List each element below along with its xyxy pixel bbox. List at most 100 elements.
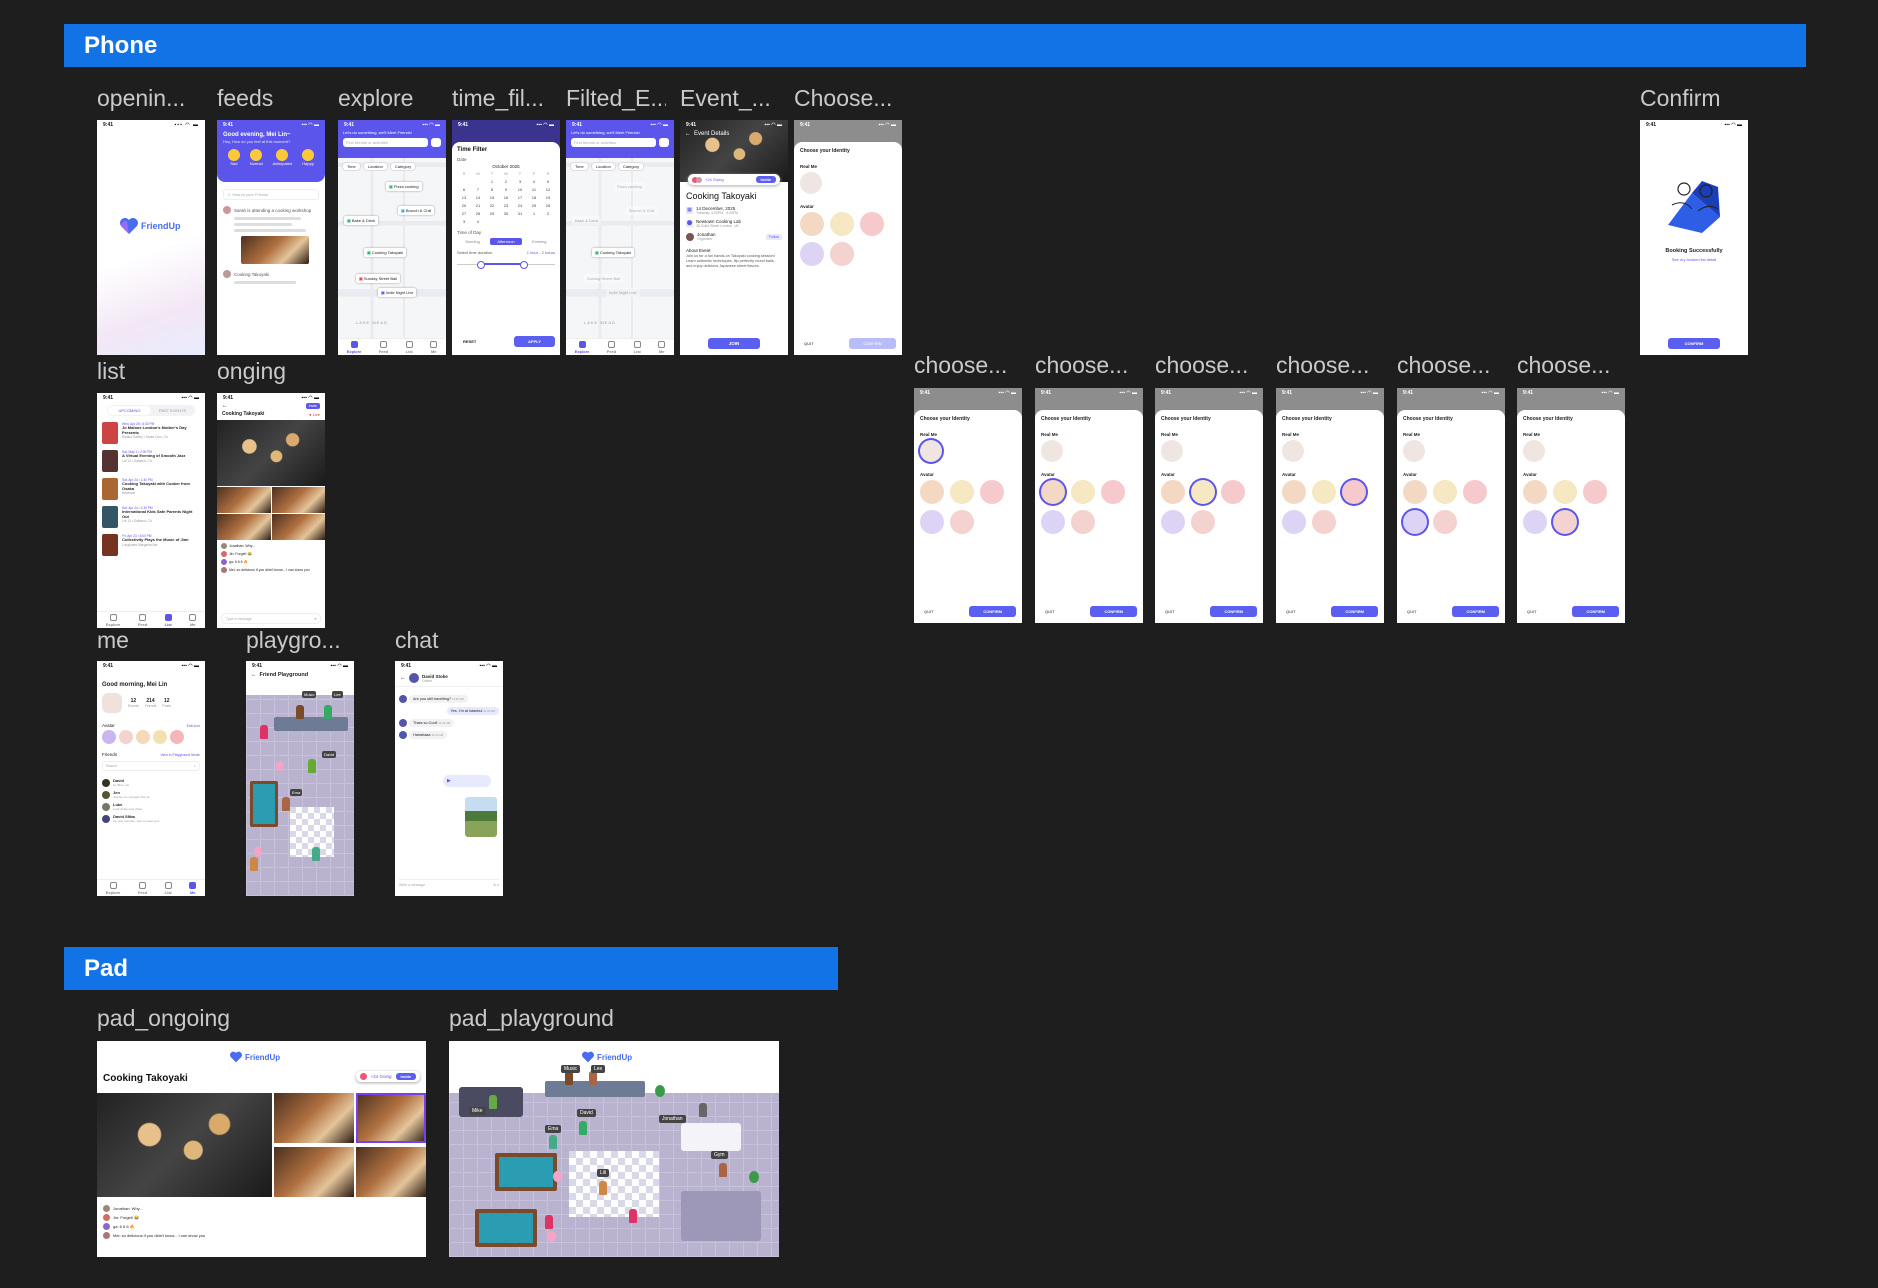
live-video-thumb[interactable] bbox=[271, 487, 325, 513]
avatar-option[interactable] bbox=[170, 730, 184, 744]
tab-explore[interactable]: Explore bbox=[347, 340, 361, 354]
player-avatar[interactable] bbox=[549, 1135, 557, 1149]
avatar-option[interactable] bbox=[950, 480, 974, 504]
frame-pad-ongoing[interactable]: FriendUp Cooking Takoyaki +24 Going Invi… bbox=[97, 1041, 426, 1257]
tab-me[interactable]: Me bbox=[430, 340, 438, 354]
avatar-option-selected[interactable] bbox=[1553, 510, 1577, 534]
avatar-option[interactable] bbox=[1523, 510, 1547, 534]
frame-label-explore[interactable]: explore bbox=[338, 85, 438, 112]
avatar-option[interactable] bbox=[1433, 510, 1457, 534]
avatar-option[interactable] bbox=[1041, 510, 1065, 534]
friend-item[interactable]: Jen Just let me compare this ok bbox=[102, 790, 200, 799]
tab-feed[interactable]: Feed bbox=[607, 340, 616, 354]
calendar-day[interactable]: 1 bbox=[527, 211, 541, 216]
calendar-day[interactable]: 4 bbox=[527, 179, 541, 184]
chat-message[interactable]: Thats so Cool! 11:21 AM bbox=[399, 719, 499, 727]
calendar-day[interactable]: 10 bbox=[513, 187, 527, 192]
tab-feed[interactable]: Feed bbox=[379, 340, 388, 354]
calendar-day[interactable]: 29 bbox=[485, 211, 499, 216]
avatar-option[interactable] bbox=[1282, 480, 1306, 504]
map-pin-dimmed[interactable]: Bake & Drink bbox=[572, 216, 602, 225]
gym-area[interactable] bbox=[681, 1191, 761, 1241]
avatar-option[interactable] bbox=[1553, 480, 1577, 504]
frame-choose-identity-variant[interactable]: 9:41 ▪▪▪ ◠ ▬ Choose your Identity Real Me Av… bbox=[1276, 388, 1384, 623]
frame-time-filter[interactable]: 9:41 ▪▪▪ ◠ ▬ Time Filter Date October 202… bbox=[452, 120, 560, 355]
chip-time[interactable]: Time bbox=[342, 162, 361, 171]
frame-label-list[interactable]: list bbox=[97, 358, 197, 385]
calendar-day[interactable]: 22 bbox=[485, 203, 499, 208]
confirm-button[interactable]: CONFIRM bbox=[1331, 606, 1378, 617]
friend-search-input[interactable]: Search ⌕ bbox=[102, 761, 200, 771]
calendar-day[interactable]: 3 bbox=[513, 179, 527, 184]
calendar-day[interactable]: 3 bbox=[457, 219, 471, 224]
frame-label-choose-variant[interactable]: choose... bbox=[1517, 352, 1627, 379]
avatar-option[interactable] bbox=[1583, 480, 1607, 504]
frame-ongoing[interactable]: 9:41 ▪▪▪ ◠ ▬ ← Invite Cooking Takoyaki ● Li… bbox=[217, 393, 325, 628]
avatar-option[interactable] bbox=[1071, 510, 1095, 534]
invite-button[interactable]: Invite bbox=[395, 1073, 416, 1080]
avatar-option[interactable] bbox=[1161, 510, 1185, 534]
frame-label-pad-ongoing[interactable]: pad_ongoing bbox=[97, 1005, 297, 1032]
frame-choose-identity-variant[interactable]: 9:41 ▪▪▪ ◠ ▬ Choose your Identity Real Me Av… bbox=[1397, 388, 1505, 623]
live-video-main[interactable] bbox=[217, 420, 325, 486]
avatar-option[interactable] bbox=[102, 730, 116, 744]
mood-normal[interactable]: Normal bbox=[250, 149, 263, 166]
map-pin-dimmed[interactable]: Indie Night Live bbox=[606, 288, 640, 297]
chat-message[interactable]: Are you still travelling? 11:15 AM bbox=[399, 695, 499, 703]
player-avatar[interactable] bbox=[579, 1121, 587, 1135]
friend-item[interactable]: David Sfiba I'm new member, nice to meet … bbox=[102, 814, 200, 823]
frame-choose-identity[interactable]: 9:41 ▪▪▪ ◠ ▬ Choose your Identity Real Me… bbox=[794, 120, 902, 355]
chat-photo[interactable] bbox=[465, 797, 497, 837]
invite-button[interactable]: Invite bbox=[305, 403, 320, 409]
calendar-day[interactable]: 1 bbox=[485, 179, 499, 184]
map-pin-dimmed[interactable]: Pizza cooking bbox=[614, 182, 645, 191]
frame-label-me[interactable]: me bbox=[97, 627, 197, 654]
search-input[interactable]: Find friends or activities bbox=[343, 138, 428, 147]
back-arrow-icon[interactable]: ← bbox=[685, 131, 691, 137]
calendar-day[interactable]: 23 bbox=[499, 203, 513, 208]
tab-past-events[interactable]: PAST EVENTS bbox=[151, 406, 194, 415]
reset-button[interactable]: RESET bbox=[457, 337, 482, 346]
calendar-day[interactable]: 13 bbox=[457, 195, 471, 200]
quit-button[interactable]: QUIT bbox=[1523, 607, 1541, 616]
frame-label-pad-playground[interactable]: pad_playground bbox=[449, 1005, 669, 1032]
quit-button[interactable]: QUIT bbox=[1282, 607, 1300, 616]
calendar-day[interactable]: 9 bbox=[499, 187, 513, 192]
avatar-option[interactable] bbox=[1071, 480, 1095, 504]
section-header-phone[interactable]: Phone bbox=[64, 24, 1806, 67]
live-video-main[interactable] bbox=[97, 1093, 272, 1197]
avatar-option-selected[interactable] bbox=[1191, 480, 1215, 504]
voice-message[interactable]: ▶ bbox=[443, 775, 491, 787]
real-me-avatar-selected[interactable] bbox=[920, 440, 942, 462]
avatar-option[interactable] bbox=[153, 730, 167, 744]
avatar-option[interactable] bbox=[920, 480, 944, 504]
list-item[interactable]: Wed, Apr 28 • 5:30 PM Jo Malone London's … bbox=[97, 419, 205, 447]
avatar-option[interactable] bbox=[1312, 480, 1336, 504]
live-video-thumb[interactable] bbox=[274, 1093, 354, 1143]
tab-me[interactable]: Me bbox=[189, 881, 197, 895]
frame-label-choose-variant[interactable]: choose... bbox=[1035, 352, 1145, 379]
player-avatar[interactable] bbox=[324, 705, 332, 719]
calendar-day[interactable]: 4 bbox=[471, 219, 485, 224]
follow-button[interactable]: Follow bbox=[765, 233, 782, 240]
confirm-button-disabled[interactable]: CONFIRM bbox=[849, 338, 896, 349]
quit-button[interactable]: QUIT bbox=[1041, 607, 1059, 616]
frame-label-feeds[interactable]: feeds bbox=[217, 85, 317, 112]
frame-event-details[interactable]: 9:41 ▪▪▪ ◠ ▬ ← Event Details +24 Going Inv… bbox=[680, 120, 788, 355]
calendar-day[interactable]: 8 bbox=[485, 187, 499, 192]
player-avatar[interactable] bbox=[589, 1071, 597, 1085]
avatar-option[interactable] bbox=[950, 510, 974, 534]
frame-confirm[interactable]: 9:41 ▪▪▪ ◠ ▬ Booking Successfully See my … bbox=[1640, 120, 1748, 355]
chat-message[interactable]: Hahahaaa 11:22 AM bbox=[399, 731, 499, 739]
tab-list[interactable]: List bbox=[165, 881, 172, 895]
avatar-option[interactable] bbox=[830, 212, 854, 236]
tab-explore[interactable]: Explore bbox=[106, 613, 120, 627]
filter-button[interactable] bbox=[659, 138, 669, 147]
message-input[interactable]: Type a message ➤ bbox=[221, 613, 321, 624]
apply-button[interactable]: APPLY bbox=[514, 336, 555, 347]
player-avatar[interactable] bbox=[250, 857, 258, 871]
search-input[interactable]: ⌕ Search your Friends bbox=[223, 189, 319, 200]
search-input[interactable]: Find friends or activities bbox=[571, 138, 656, 147]
calendar-day[interactable]: 14 bbox=[471, 195, 485, 200]
avatar-option[interactable] bbox=[800, 242, 824, 266]
